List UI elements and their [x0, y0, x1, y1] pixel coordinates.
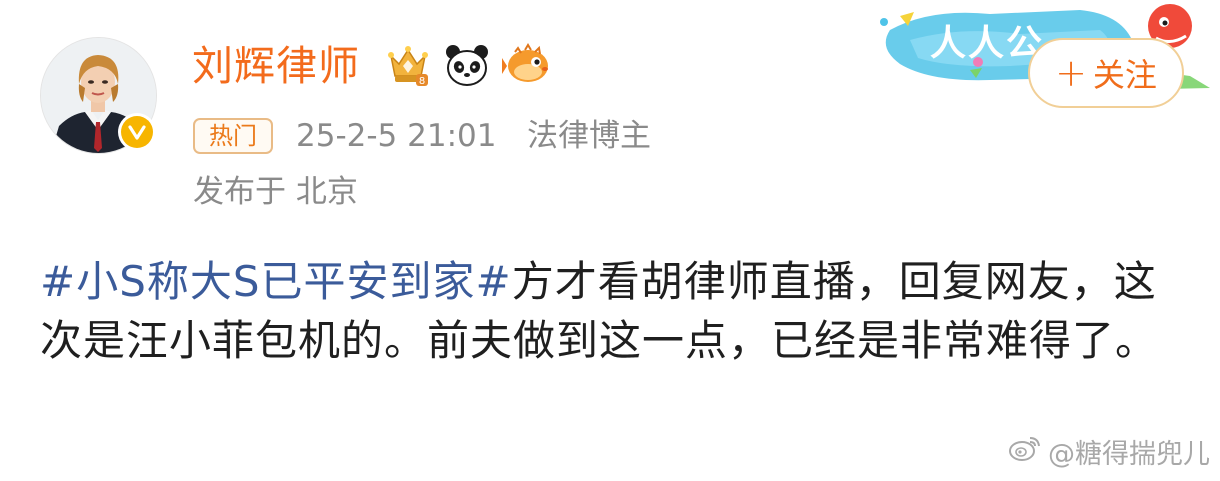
panda-icon[interactable] — [442, 40, 492, 90]
banner-text: 人人公 — [930, 23, 1045, 64]
weibo-logo-icon — [1008, 434, 1042, 469]
author-badges: 8 — [383, 40, 551, 90]
crown-vip-icon[interactable]: 8 — [383, 40, 433, 90]
pufferfish-icon[interactable] — [501, 40, 551, 90]
verified-v-icon — [121, 116, 153, 148]
verified-badge — [118, 113, 156, 151]
watermark: @糖得揣兜儿 — [1008, 432, 1210, 471]
svg-text:8: 8 — [419, 76, 425, 87]
follow-label: 关注 — [1092, 56, 1157, 94]
post-timestamp: 25-2-5 21:01 — [296, 118, 497, 154]
plus-icon: + — [1055, 51, 1087, 95]
follow-button[interactable]: + 关注 — [1028, 38, 1184, 108]
author-role: 法律博主 — [527, 118, 651, 154]
weibo-post-card: 刘辉律师 8 热门 25-2-5 21:01 法律博主 发布于 北京 人人公 +… — [0, 0, 1220, 481]
post-body: #小S称大S已平安到家#方才看胡律师直播，回复网友，这次是汪小菲包机的。前夫做到… — [40, 252, 1190, 370]
post-location: 发布于 北京 — [193, 174, 358, 210]
hot-tag[interactable]: 热门 — [193, 118, 273, 154]
watermark-text: @糖得揣兜儿 — [1048, 439, 1210, 470]
author-name[interactable]: 刘辉律师 — [192, 40, 360, 92]
hashtag-link[interactable]: #小S称大S已平安到家# — [40, 257, 512, 306]
